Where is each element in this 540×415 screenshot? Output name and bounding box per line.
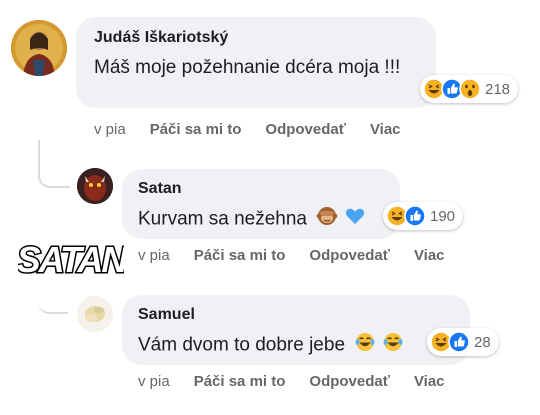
reaction-count: 190 bbox=[430, 207, 456, 225]
comment-text: Kurvam sa nežehna bbox=[138, 205, 366, 234]
comment-timestamp[interactable]: v pia bbox=[138, 247, 170, 264]
reply-button[interactable]: Odpovedať bbox=[265, 121, 346, 138]
comment-actions: v pia Páči sa mi to Odpovedať Viac bbox=[138, 373, 469, 390]
comment-text-content: Kurvam sa nežehna bbox=[138, 208, 307, 230]
comment-actions: v pia Páči sa mi to Odpovedať Viac bbox=[138, 247, 469, 264]
more-button[interactable]: Viac bbox=[414, 373, 445, 390]
tears-of-joy-emoji bbox=[382, 331, 404, 360]
comment-timestamp[interactable]: v pia bbox=[138, 373, 170, 390]
comment-actions: v pia Páči sa mi to Odpovedať Viac bbox=[94, 121, 425, 138]
like-icon bbox=[448, 331, 470, 353]
avatar-judas[interactable] bbox=[11, 20, 67, 76]
wow-icon bbox=[459, 78, 481, 100]
like-button[interactable]: Páči sa mi to bbox=[194, 373, 286, 390]
tears-of-joy-emoji bbox=[354, 331, 376, 360]
like-button[interactable]: Páči sa mi to bbox=[194, 247, 286, 264]
reaction-count: 218 bbox=[485, 80, 511, 98]
comment-author[interactable]: Satan bbox=[138, 180, 182, 198]
comment-text: Máš moje požehnanie dcéra moja !!! bbox=[94, 57, 401, 78]
reply-thread-line bbox=[38, 140, 70, 188]
reaction-count: 28 bbox=[474, 333, 491, 351]
reaction-summary[interactable]: 28 bbox=[427, 328, 499, 356]
more-button[interactable]: Viac bbox=[414, 247, 445, 264]
reply-button[interactable]: Odpovedať bbox=[309, 373, 390, 390]
satan-sticker: SATAN bbox=[15, 236, 132, 282]
reply-button[interactable]: Odpovedať bbox=[309, 247, 390, 264]
see-no-evil-monkey-emoji bbox=[316, 205, 338, 234]
comment-author[interactable]: Judáš Iškariotský bbox=[94, 29, 228, 47]
reaction-summary[interactable]: 190 bbox=[383, 202, 464, 230]
like-button[interactable]: Páči sa mi to bbox=[150, 121, 242, 138]
comment-author[interactable]: Samuel bbox=[138, 306, 195, 324]
comment-text: Vám dvom to dobre jebe bbox=[138, 331, 404, 360]
avatar-samuel[interactable] bbox=[77, 296, 113, 332]
reaction-summary[interactable]: 218 bbox=[420, 75, 519, 103]
blue-heart-emoji bbox=[344, 205, 366, 234]
avatar-satan[interactable] bbox=[77, 168, 113, 204]
comment-timestamp[interactable]: v pia bbox=[94, 121, 126, 138]
comment-text-content: Vám dvom to dobre jebe bbox=[138, 334, 346, 356]
more-button[interactable]: Viac bbox=[370, 121, 401, 138]
like-icon bbox=[404, 205, 426, 227]
sticker-text: SATAN bbox=[18, 239, 124, 280]
